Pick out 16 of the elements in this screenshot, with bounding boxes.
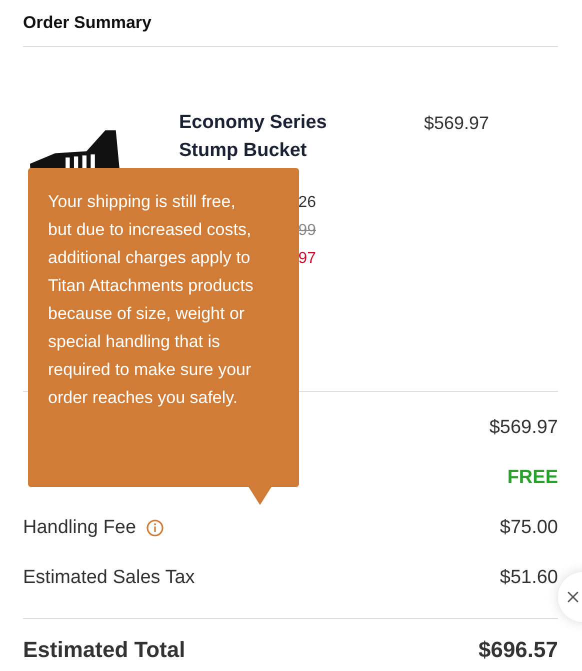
info-icon[interactable] [146,519,164,537]
product-detail-text: 97 [298,249,316,269]
summary-label: Estimated Sales Tax [23,566,195,590]
product-detail-text: 26 [298,193,316,213]
total-value: $696.57 [478,636,558,664]
order-summary-title: Order Summary [23,12,152,34]
summary-value: $51.60 [500,566,558,590]
product-detail-text: 99 [298,221,316,241]
tooltip-text: Your shipping is still free, but due to increased costs, additional charges apply to Titan Attachments products because of size, weight or special handling that is required to make sure your order reaches you safely. [48,191,254,409]
summary-value: FREE [507,466,558,490]
summary-value: $75.00 [500,516,558,540]
product-price: $569.97 [424,112,490,135]
total-label: Estimated Total [23,636,186,664]
summary-label: Handling Fee [23,516,136,540]
product-name: Economy Series Stump Bucket [179,111,328,163]
summary-value: $569.97 [489,416,558,440]
